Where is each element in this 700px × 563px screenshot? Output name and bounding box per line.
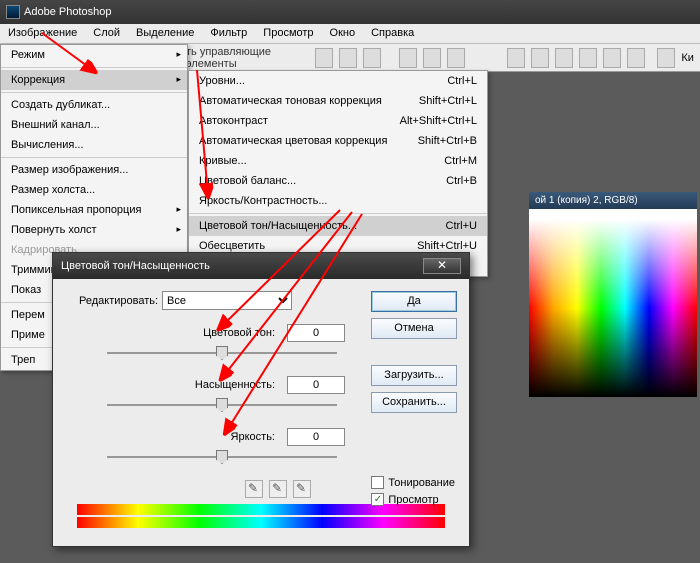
distribute-button[interactable] (627, 48, 645, 68)
slider-label: Цветовой тон: (203, 327, 275, 339)
menu-select[interactable]: Выделение (128, 24, 202, 43)
menu-layer[interactable]: Слой (85, 24, 128, 43)
align-button[interactable] (423, 48, 441, 68)
ok-button[interactable]: Да (371, 291, 457, 312)
menu-help[interactable]: Справка (363, 24, 422, 43)
dialog-title: Цветовой тон/Насыщенность (61, 260, 210, 272)
preview-checkbox[interactable]: ✓ (371, 493, 384, 506)
slider-thumb[interactable] (216, 398, 228, 412)
eyedropper-add-icon[interactable] (269, 480, 287, 498)
submenu-item[interactable]: Автоматическая тоновая коррекцияShift+Ct… (189, 91, 487, 111)
menu-item[interactable]: Размер холста... (1, 180, 187, 200)
distribute-button[interactable] (555, 48, 573, 68)
document-title[interactable]: ой 1 (копия) 2, RGB/8) (529, 192, 697, 209)
menu-item[interactable]: Попиксельная пропорция (1, 200, 187, 220)
menu-item[interactable]: Вычисления... (1, 135, 187, 155)
submenu-item[interactable]: Кривые...Ctrl+M (189, 151, 487, 171)
title-bar: Adobe Photoshop (0, 0, 700, 24)
slider-value[interactable]: 0 (287, 376, 345, 394)
options-trailing: Ки (681, 52, 694, 64)
edit-select[interactable]: Все (162, 291, 292, 310)
menu-item[interactable]: Режим (1, 45, 187, 65)
menu-window[interactable]: Окно (322, 24, 364, 43)
eyedropper-subtract-icon[interactable] (293, 480, 311, 498)
save-button[interactable]: Сохранить... (371, 392, 457, 413)
palette-button[interactable] (657, 48, 675, 68)
submenu-item[interactable]: Автоматическая цветовая коррекцияShift+C… (189, 131, 487, 151)
align-button[interactable] (447, 48, 465, 68)
menu-bar: Изображение Слой Выделение Фильтр Просмо… (0, 24, 700, 44)
slider-thumb[interactable] (216, 450, 228, 464)
preview-label: Просмотр (388, 494, 438, 506)
options-label: ть управляющие элементы (186, 46, 297, 70)
menu-view[interactable]: Просмотр (255, 24, 321, 43)
align-button[interactable] (399, 48, 417, 68)
spectrum-image (529, 219, 697, 397)
align-button[interactable] (315, 48, 333, 68)
align-button[interactable] (339, 48, 357, 68)
app-logo-icon (6, 5, 20, 19)
menu-image[interactable]: Изображение (0, 24, 85, 43)
distribute-button[interactable] (603, 48, 621, 68)
distribute-button[interactable] (579, 48, 597, 68)
slider-value[interactable]: 0 (287, 428, 345, 446)
submenu-item[interactable]: Цветовой тон/Насыщенность...Ctrl+U (189, 216, 487, 236)
document-window: ой 1 (копия) 2, RGB/8) (529, 192, 697, 397)
slider-label: Яркость: (231, 431, 275, 443)
menu-item[interactable]: Размер изображения... (1, 160, 187, 180)
menu-item[interactable]: Повернуть холст (1, 220, 187, 240)
submenu-item[interactable]: АвтоконтрастAlt+Shift+Ctrl+L (189, 111, 487, 131)
app-title: Adobe Photoshop (24, 6, 111, 18)
submenu-item[interactable]: Яркость/Контрастность... (189, 191, 487, 211)
submenu-item[interactable]: Уровни...Ctrl+L (189, 71, 487, 91)
correction-submenu-dropdown: Уровни...Ctrl+LАвтоматическая тоновая ко… (188, 70, 488, 277)
load-button[interactable]: Загрузить... (371, 365, 457, 386)
menu-item[interactable]: Коррекция (1, 70, 187, 90)
align-button[interactable] (363, 48, 381, 68)
slider-value[interactable]: 0 (287, 324, 345, 342)
dialog-titlebar[interactable]: Цветовой тон/Насыщенность ✕ (53, 253, 469, 279)
colorize-label: Тонирование (388, 477, 455, 489)
slider-label: Насыщенность: (195, 379, 275, 391)
edit-label: Редактировать: (79, 295, 158, 307)
distribute-button[interactable] (531, 48, 549, 68)
colorize-checkbox[interactable] (371, 476, 384, 489)
slider-thumb[interactable] (216, 346, 228, 360)
submenu-item[interactable]: Цветовой баланс...Ctrl+B (189, 171, 487, 191)
eyedropper-icon[interactable] (245, 480, 263, 498)
hue-strip-bottom (77, 517, 445, 528)
cancel-button[interactable]: Отмена (371, 318, 457, 339)
document-canvas (529, 209, 697, 397)
distribute-button[interactable] (507, 48, 525, 68)
menu-item[interactable]: Внешний канал... (1, 115, 187, 135)
slider-track[interactable] (107, 398, 337, 412)
hue-saturation-dialog: Цветовой тон/Насыщенность ✕ Редактироват… (52, 252, 470, 547)
slider-track[interactable] (107, 346, 337, 360)
menu-item[interactable]: Создать дубликат... (1, 95, 187, 115)
close-icon[interactable]: ✕ (423, 258, 461, 274)
menu-filter[interactable]: Фильтр (202, 24, 255, 43)
slider-track[interactable] (107, 450, 337, 464)
